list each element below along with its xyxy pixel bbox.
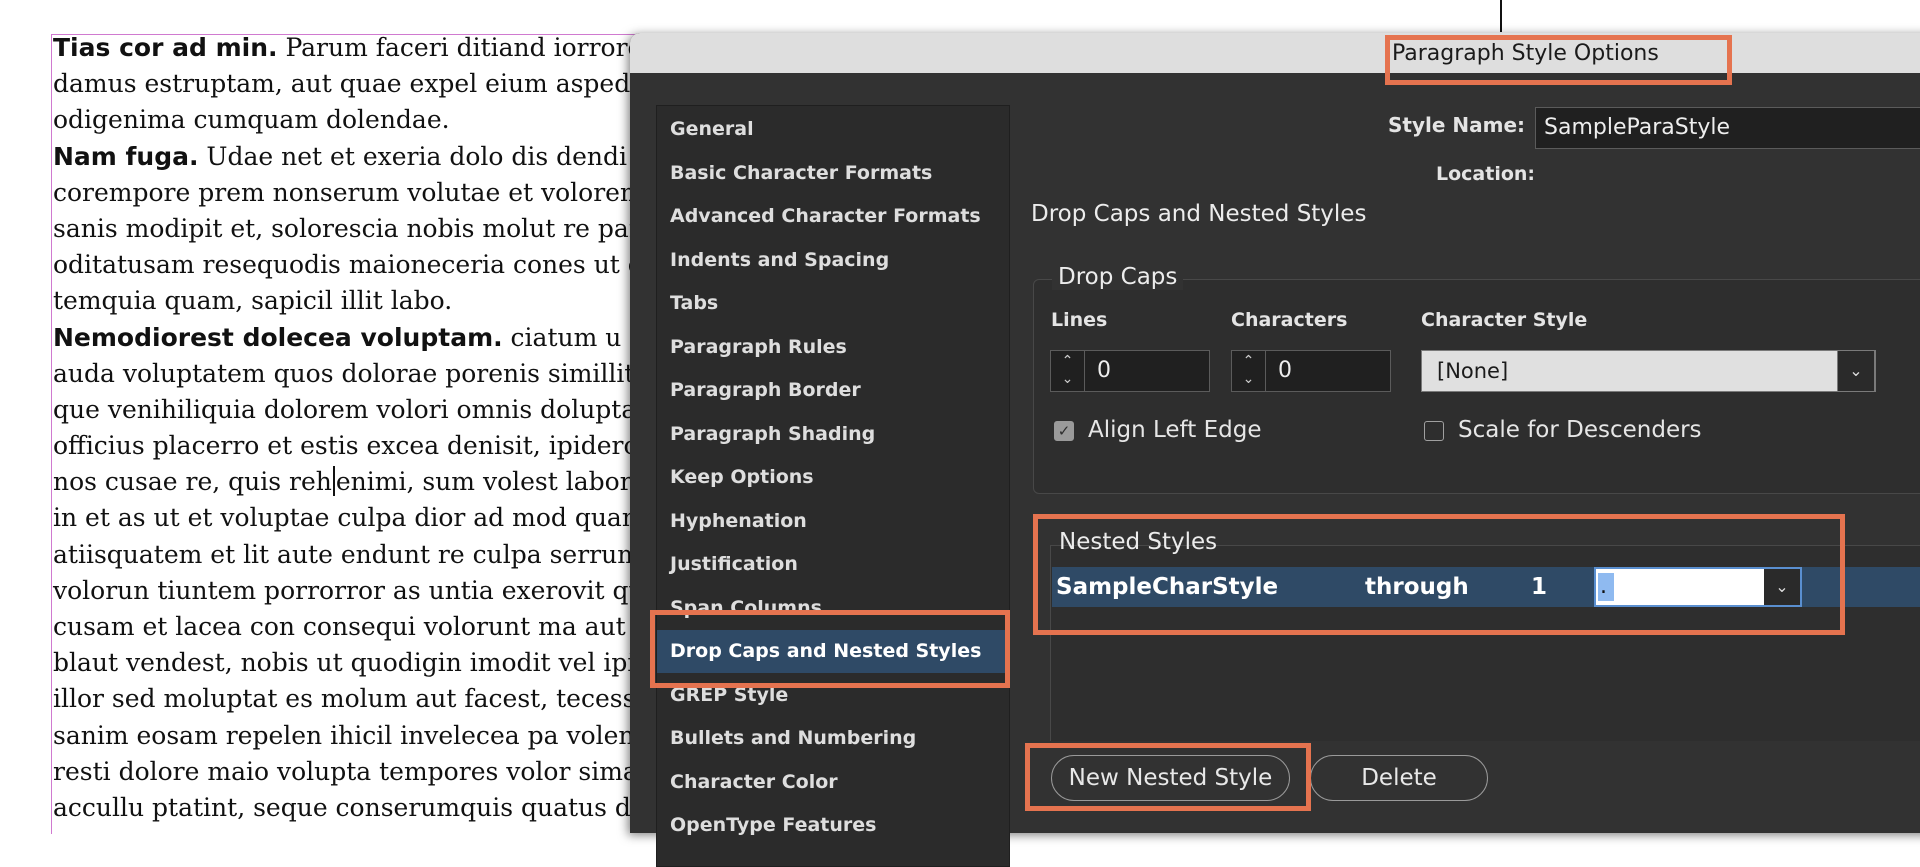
character-style-value: [None] [1437, 359, 1509, 383]
line-text: auda voluptatem quos dolorae porenis sim… [53, 358, 674, 388]
nested-styles-title: Nested Styles [1059, 529, 1218, 555]
chevron-down-icon[interactable]: ⌄ [1764, 569, 1800, 605]
characters-value[interactable]: 0 [1278, 351, 1292, 391]
stepper-arrows-icon[interactable]: ⌃ ⌄ [1051, 351, 1085, 391]
line-text: in et as ut et voluptae culpa dior ad mo… [53, 503, 662, 533]
line-text: oditatusam resequodis maioneceria cones … [53, 250, 667, 280]
run-in-heading: Nam fuga. [53, 141, 199, 171]
stepper-arrows-icon[interactable]: ⌃ ⌄ [1232, 351, 1266, 391]
line-text: officius placerro et estis excea denisit… [53, 431, 687, 461]
scale-for-descenders-label[interactable]: Scale for Descenders [1458, 417, 1702, 443]
dialog-titlebar[interactable]: Paragraph Style Options [630, 33, 1920, 73]
nested-char-style[interactable]: SampleCharStyle [1056, 567, 1278, 607]
section-title: Drop Caps and Nested Styles [1031, 201, 1367, 227]
line-text: enimi, sum volest laborehe [335, 467, 678, 497]
new-nested-style-button[interactable]: New Nested Style [1051, 755, 1290, 801]
line-text: accullu ptatint, seque conserumquis quat… [53, 792, 671, 822]
sidebar-item-tabs[interactable]: Tabs [657, 282, 1009, 325]
text-cursor [332, 466, 335, 497]
nested-delimiter-value[interactable]: . [1598, 573, 1614, 601]
sidebar-item-character-color[interactable]: Character Color [657, 761, 1009, 804]
sidebar-item-paragraph-shading[interactable]: Paragraph Shading [657, 413, 1009, 456]
sidebar-item-indents-and-spacing[interactable]: Indents and Spacing [657, 239, 1009, 282]
line-text: illor sed moluptat es molum aut facest, … [53, 684, 668, 714]
line-text: volorun tiuntem porrorror as untia exero… [53, 575, 660, 605]
lines-value[interactable]: 0 [1097, 351, 1111, 391]
style-name-label: Style Name: [1388, 113, 1526, 137]
run-in-heading: Nemodiorest dolecea voluptam. [53, 322, 503, 352]
line-text: sanis modipit et, solorescia nobis molut… [53, 213, 681, 243]
align-left-edge-checkbox[interactable]: ✓ [1054, 421, 1074, 441]
line-text: atiisquatem et lit aute endunt re culpa … [53, 539, 672, 569]
drop-caps-title: Drop Caps [1052, 264, 1184, 290]
style-name-field[interactable]: SampleParaStyle [1535, 107, 1920, 149]
lines-label: Lines [1051, 309, 1108, 331]
sidebar-item-paragraph-border[interactable]: Paragraph Border [657, 369, 1009, 412]
sidebar-item-keep-options[interactable]: Keep Options [657, 456, 1009, 499]
sidebar-item-paragraph-rules[interactable]: Paragraph Rules [657, 326, 1009, 369]
chevron-down-icon[interactable]: ⌄ [1837, 350, 1875, 392]
line-text: Udae net et exeria dolo dis dendi re [198, 141, 662, 171]
sidebar-item-drop-caps-and-nested-styles[interactable]: Drop Caps and Nested Styles [657, 630, 1009, 673]
nested-delimiter-field[interactable]: . ⌄ [1594, 567, 1802, 607]
line-text: sanim eosam repelen ihicil invelecea pa … [53, 720, 660, 750]
delete-button[interactable]: Delete [1310, 755, 1488, 801]
align-left-edge-label[interactable]: Align Left Edge [1088, 417, 1261, 443]
character-style-label: Character Style [1421, 309, 1588, 331]
text-frame-edge [51, 34, 52, 834]
sidebar-item-hyphenation[interactable]: Hyphenation [657, 500, 1009, 543]
characters-label: Characters [1231, 309, 1348, 331]
sidebar-item-advanced-character-formats[interactable]: Advanced Character Formats [657, 195, 1009, 238]
scale-for-descenders-checkbox[interactable] [1424, 421, 1444, 441]
sidebar-item-span-columns[interactable]: Span Columns [657, 587, 1009, 630]
location-label: Location: [1436, 163, 1536, 185]
characters-stepper[interactable]: ⌃ ⌄ 0 [1231, 350, 1391, 392]
character-style-dropdown[interactable]: [None] ⌄ [1421, 350, 1876, 392]
line-text: nos cusae re, quis reh [53, 467, 332, 497]
sidebar-item-justification[interactable]: Justification [657, 543, 1009, 586]
lines-stepper[interactable]: ⌃ ⌄ 0 [1050, 350, 1210, 392]
line-text: cusam et lacea con consequi volorunt ma … [53, 612, 665, 641]
line-text: que venihiliquia dolorem volori omnis do… [53, 394, 658, 424]
sidebar-item-bullets-and-numbering[interactable]: Bullets and Numbering [657, 717, 1009, 760]
run-in-heading: Tias cor ad min. [53, 33, 278, 62]
nested-count[interactable]: 1 [1531, 567, 1547, 607]
line-text: ciatum u [502, 322, 622, 352]
category-sidebar: General Basic Character Formats Advanced C… [656, 105, 1010, 867]
line-text: damus estruptam, aut quae expel eium asp… [53, 69, 677, 99]
sidebar-item-opentype-features[interactable]: OpenType Features [657, 804, 1009, 847]
line-text: temquia quam, sapicil illit labo. [53, 286, 453, 316]
line-text: blaut vendest, nobis ut quodigin imodit … [53, 648, 667, 678]
line-text: Parum faceri ditiand iorrore [277, 33, 643, 62]
sidebar-item-basic-character-formats[interactable]: Basic Character Formats [657, 152, 1009, 195]
dialog-title: Paragraph Style Options [1392, 41, 1659, 66]
callout-line [1500, 0, 1502, 32]
sidebar-item-general[interactable]: General [657, 108, 1009, 151]
line-text: resti dolore maio volupta tempores volor… [53, 756, 660, 786]
line-text: odigenima cumquam dolendae. [53, 105, 450, 135]
sidebar-item-grep-style[interactable]: GREP Style [657, 674, 1009, 717]
line-text: corempore prem nonserum volutae et volor… [53, 177, 660, 207]
nested-mode[interactable]: through [1365, 567, 1469, 607]
